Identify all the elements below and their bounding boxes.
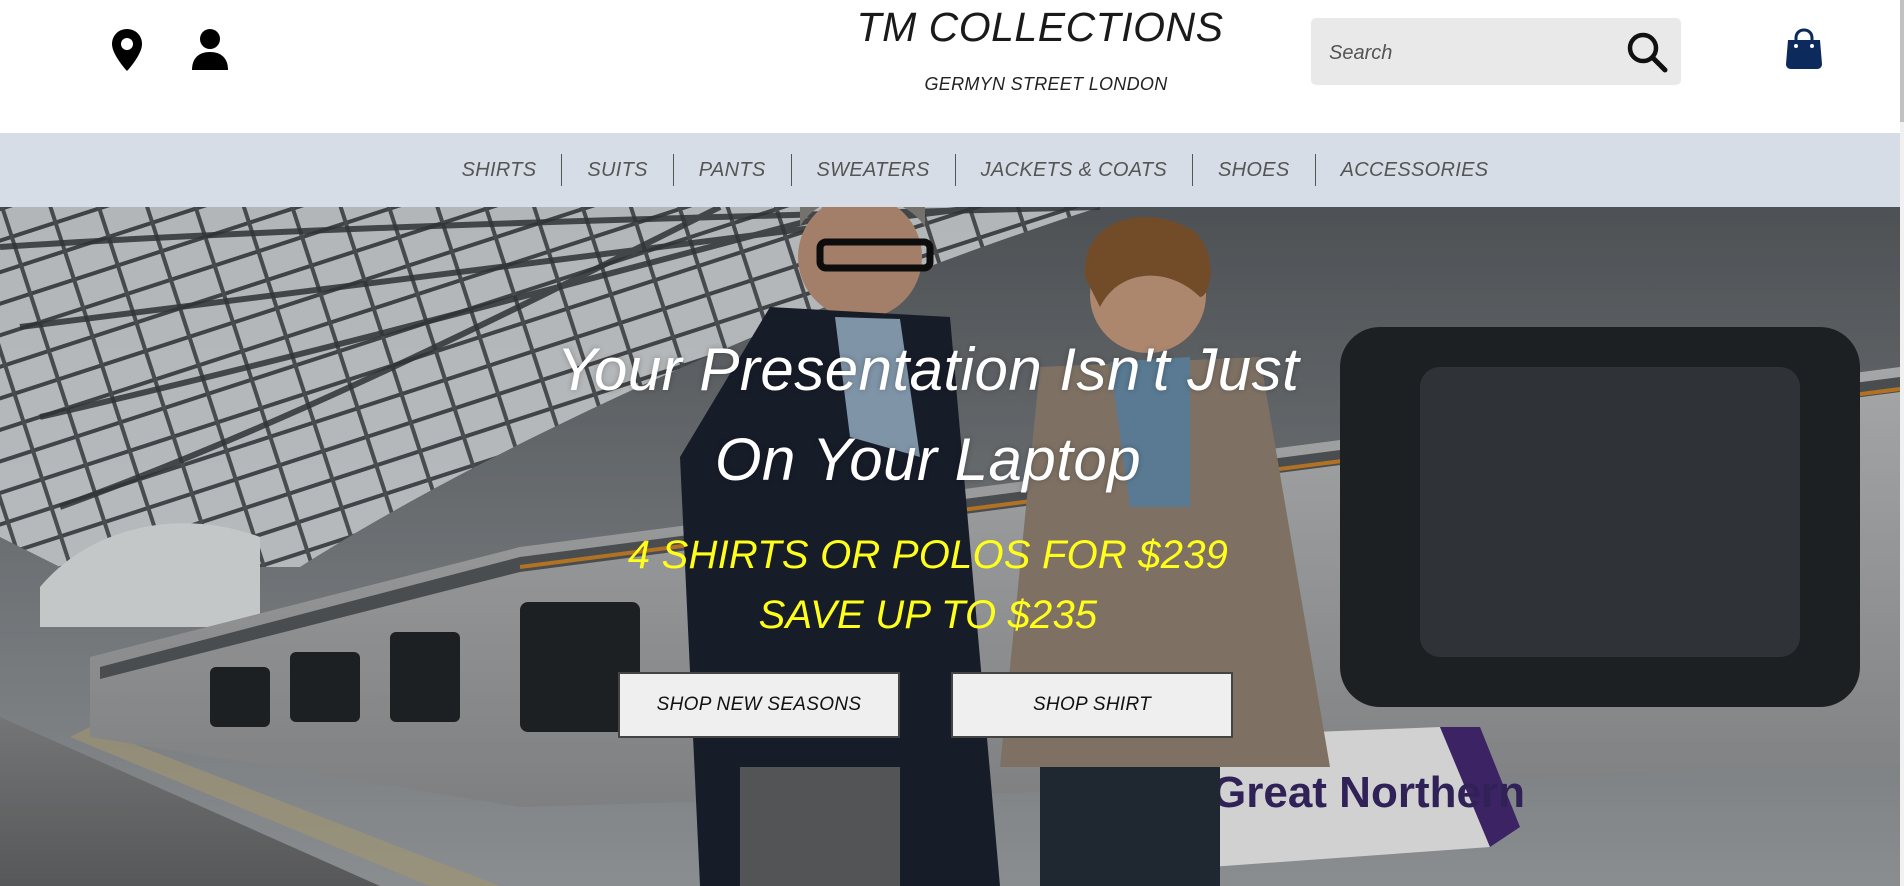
- location-pin-icon[interactable]: [110, 28, 144, 72]
- nav-item-suits[interactable]: SUITS: [562, 155, 672, 185]
- shop-shirt-button[interactable]: SHOP SHIRT: [951, 672, 1233, 738]
- scrollbar-thumb[interactable]: [1900, 0, 1904, 122]
- nav-item-sweaters[interactable]: SWEATERS: [792, 155, 955, 185]
- user-icon[interactable]: [190, 28, 230, 70]
- shopping-bag-icon[interactable]: [1784, 28, 1824, 70]
- promo-line2: SAVE UP TO $235: [758, 593, 1098, 637]
- nav-item-shoes[interactable]: SHOES: [1193, 155, 1315, 185]
- nav-item-accessories[interactable]: ACCESSORIES: [1316, 155, 1514, 185]
- search-icon[interactable]: [1625, 30, 1669, 74]
- hero-headline-line2: On Your Laptop: [714, 426, 1142, 493]
- brand: TM COLLECTIONS GERMYN STREET LONDON: [820, 0, 1260, 95]
- hero-banner: Great Northern Your Presentation Isn't J…: [0, 207, 1900, 886]
- nav-item-shirts[interactable]: SHIRTS: [437, 155, 562, 185]
- page-scrollbar[interactable]: [1900, 0, 1904, 886]
- hero-headline-line1: Your Presentation Isn't Just: [556, 336, 1300, 403]
- search-box: [1311, 18, 1681, 85]
- brand-title[interactable]: TM COLLECTIONS: [820, 2, 1260, 52]
- brand-subtitle: GERMYN STREET LONDON: [924, 74, 1168, 94]
- search-input[interactable]: [1327, 36, 1611, 70]
- shop-new-seasons-button[interactable]: SHOP NEW SEASONS: [618, 672, 900, 738]
- promo-line1: 4 SHIRTS OR POLOS FOR $239: [627, 533, 1229, 577]
- main-nav: SHIRTS SUITS PANTS SWEATERS JACKETS & CO…: [0, 133, 1900, 207]
- nav-item-pants[interactable]: PANTS: [674, 155, 791, 185]
- nav-item-jackets-coats[interactable]: JACKETS & COATS: [956, 155, 1192, 185]
- nav-list: SHIRTS SUITS PANTS SWEATERS JACKETS & CO…: [437, 154, 1514, 186]
- site-header: TM COLLECTIONS GERMYN STREET LONDON: [0, 0, 1900, 133]
